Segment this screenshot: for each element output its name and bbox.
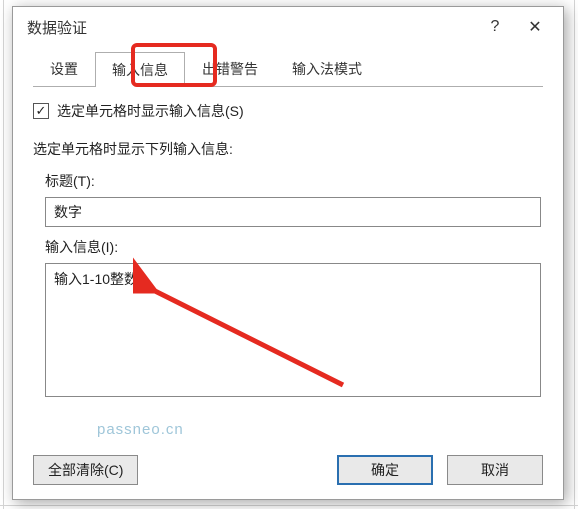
tab-error-alert[interactable]: 出错警告 (185, 51, 275, 86)
section-heading: 选定单元格时显示下列输入信息: (33, 139, 543, 159)
title-input[interactable]: 数字 (45, 197, 541, 227)
show-message-checkbox-label: 选定单元格时显示输入信息(S) (57, 101, 244, 121)
show-message-checkbox[interactable] (33, 103, 49, 119)
tab-label: 输入法模式 (292, 61, 362, 77)
tab-label: 设置 (50, 61, 78, 77)
clear-all-button[interactable]: 全部清除(C) (33, 455, 138, 485)
watermark-text: passneo.cn (97, 421, 543, 438)
button-label: 确定 (371, 460, 399, 480)
help-button[interactable]: ? (475, 11, 515, 43)
tab-settings[interactable]: 设置 (33, 51, 95, 86)
dialog-footer: 全部清除(C) 确定 取消 (33, 449, 543, 485)
tab-strip: 设置 输入信息 出错警告 输入法模式 (33, 51, 543, 87)
message-textarea-value: 输入1-10整数 (54, 271, 138, 287)
tab-label: 输入信息 (112, 62, 168, 78)
ok-button[interactable]: 确定 (337, 455, 433, 485)
help-icon: ? (491, 18, 500, 36)
text-caret (137, 273, 138, 288)
message-textarea[interactable]: 输入1-10整数 (45, 263, 541, 397)
button-label: 取消 (481, 460, 509, 480)
dialog-title: 数据验证 (27, 17, 475, 38)
close-icon: ✕ (528, 17, 541, 37)
title-input-value: 数字 (54, 204, 82, 220)
show-message-checkbox-row: 选定单元格时显示输入信息(S) (33, 101, 543, 121)
data-validation-dialog: 数据验证 ? ✕ 设置 输入信息 出错警告 输入法模式 选定单元格时显示输入信息… (12, 6, 564, 500)
tab-ime-mode[interactable]: 输入法模式 (275, 51, 379, 86)
message-field-label: 输入信息(I): (45, 237, 541, 257)
dialog-titlebar: 数据验证 ? ✕ (13, 7, 563, 47)
button-label: 全部清除(C) (48, 460, 123, 480)
tab-label: 出错警告 (202, 61, 258, 77)
cancel-button[interactable]: 取消 (447, 455, 543, 485)
tab-input-message[interactable]: 输入信息 (95, 52, 185, 87)
title-field-label: 标题(T): (45, 171, 541, 191)
close-button[interactable]: ✕ (515, 11, 555, 43)
